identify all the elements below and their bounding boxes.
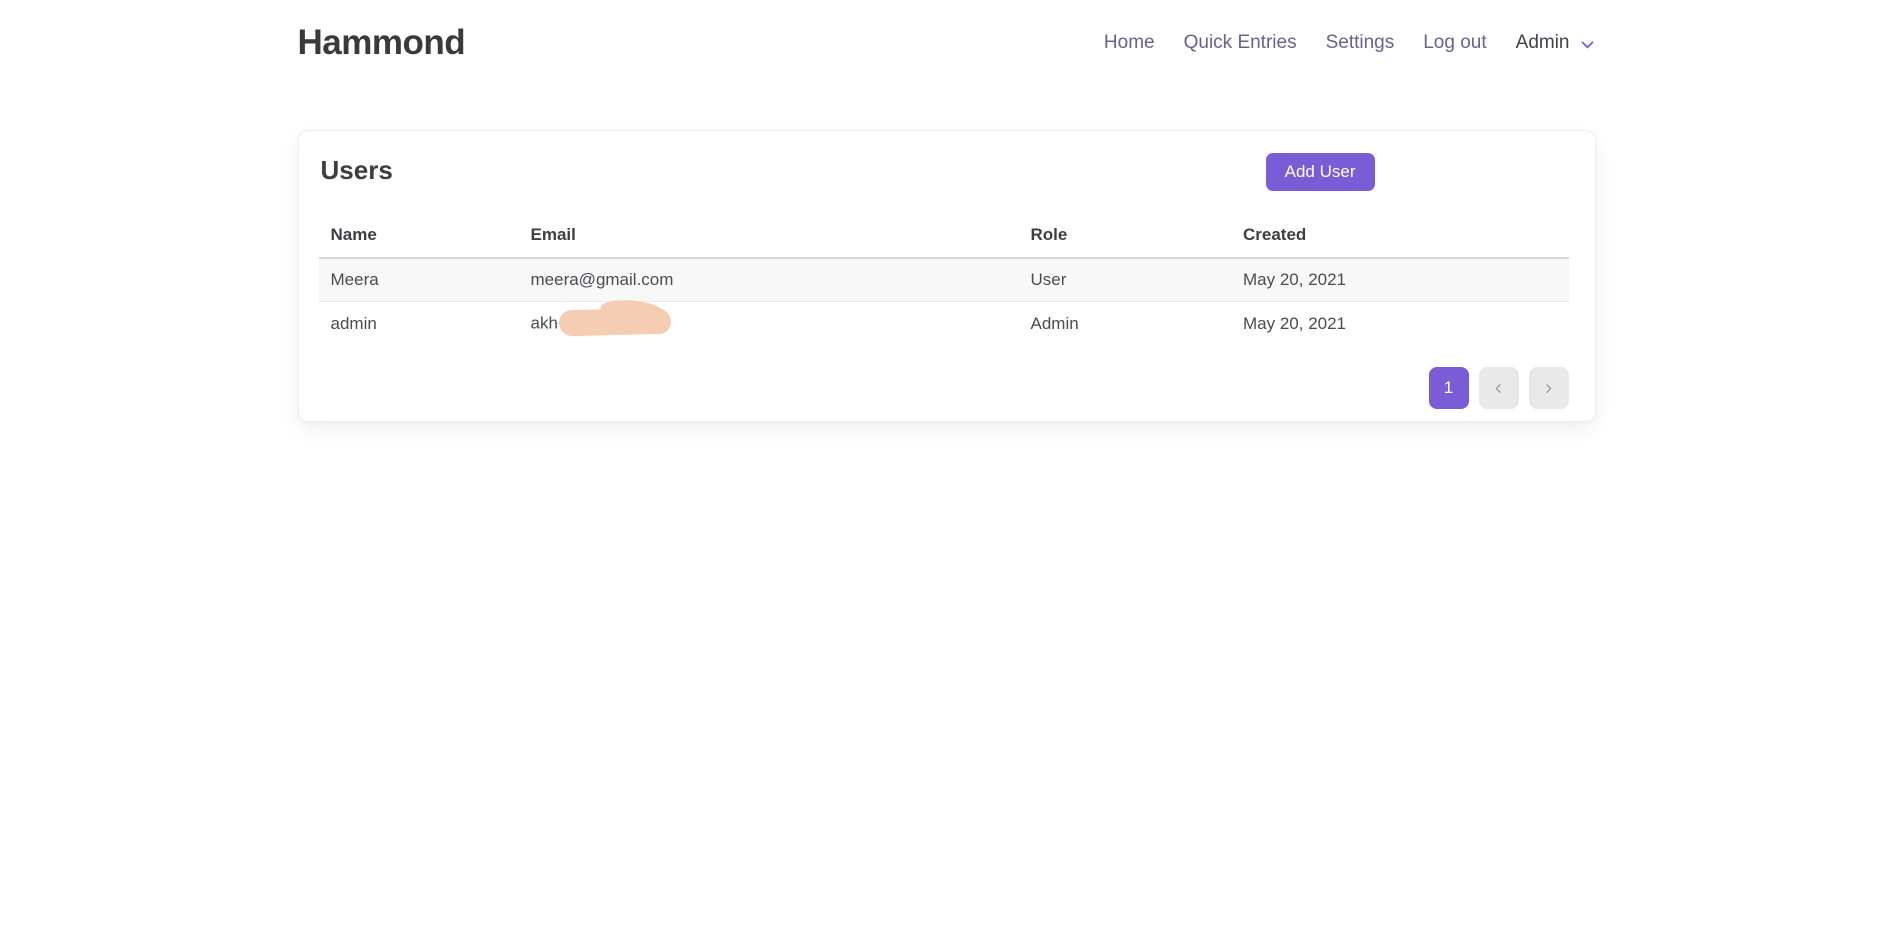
nav-item-logout[interactable]: Log out <box>1423 32 1486 54</box>
chevron-right-icon <box>1542 382 1555 395</box>
users-card: Users Add User Name Email Role Created M… <box>298 130 1596 422</box>
navbar-container: Hammond Home Quick Entries Settings Log … <box>298 23 1596 63</box>
cell-created: May 20, 2021 <box>1231 258 1569 302</box>
user-menu-dropdown[interactable]: Admin <box>1516 32 1596 54</box>
column-header-created: Created <box>1231 216 1569 258</box>
cell-name: Meera <box>319 258 519 302</box>
pagination: 1 <box>319 367 1569 409</box>
table-row: Meera meera@gmail.com User May 20, 2021 <box>319 258 1569 302</box>
top-navbar: Hammond Home Quick Entries Settings Log … <box>0 0 1893 86</box>
redaction-scribble <box>559 308 672 337</box>
cell-email: meera@gmail.com <box>519 258 1019 302</box>
column-header-name: Name <box>319 216 519 258</box>
add-user-button[interactable]: Add User <box>1266 153 1375 191</box>
next-page-button[interactable] <box>1529 367 1569 409</box>
table-row: admin akh Admin May 20, 2021 <box>319 302 1569 347</box>
nav-item-home[interactable]: Home <box>1104 32 1155 54</box>
cell-created: May 20, 2021 <box>1231 302 1569 347</box>
users-table-head: Name Email Role Created <box>319 216 1569 258</box>
user-menu-label: Admin <box>1516 32 1570 54</box>
nav-item-settings[interactable]: Settings <box>1326 32 1395 54</box>
users-table-body: Meera meera@gmail.com User May 20, 2021 … <box>319 258 1569 346</box>
nav-links: Home Quick Entries Settings Log out Admi… <box>1104 32 1596 54</box>
column-header-email: Email <box>519 216 1019 258</box>
main-content: Users Add User Name Email Role Created M… <box>0 130 1893 422</box>
page-button-1[interactable]: 1 <box>1429 367 1469 409</box>
users-table: Name Email Role Created Meera meera@gmai… <box>319 216 1569 346</box>
chevron-left-icon <box>1492 382 1505 395</box>
cell-email: akh <box>519 302 1019 347</box>
users-card-header: Users Add User <box>319 153 1569 191</box>
page-title: Users <box>319 155 393 186</box>
column-header-role: Role <box>1019 216 1232 258</box>
cell-email-text: akh <box>531 313 558 332</box>
nav-item-quick-entries[interactable]: Quick Entries <box>1184 32 1297 54</box>
chevron-down-icon <box>1579 36 1596 53</box>
cell-name: admin <box>319 302 519 347</box>
cell-role: User <box>1019 258 1232 302</box>
cell-role: Admin <box>1019 302 1232 347</box>
previous-page-button[interactable] <box>1479 367 1519 409</box>
brand-logo[interactable]: Hammond <box>298 23 466 63</box>
